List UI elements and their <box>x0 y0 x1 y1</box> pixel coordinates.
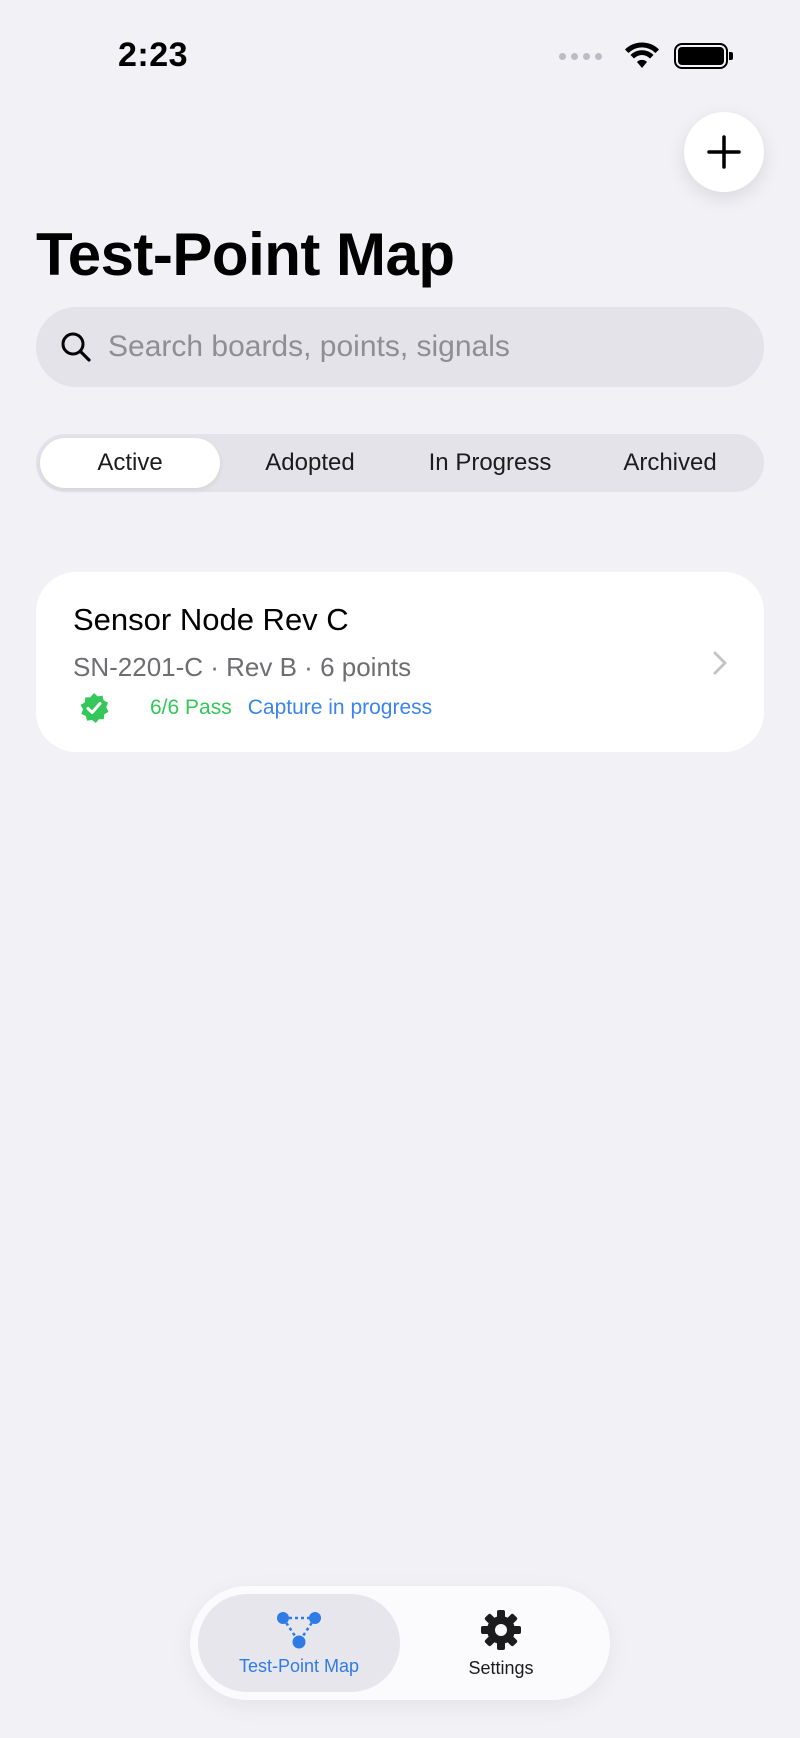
filter-segmented-control: Active Adopted In Progress Archived <box>36 434 764 492</box>
status-icons <box>559 42 733 70</box>
segment-active[interactable]: Active <box>40 438 220 488</box>
tab-test-point-map[interactable]: Test-Point Map <box>198 1594 400 1692</box>
segment-in-progress[interactable]: In Progress <box>400 438 580 488</box>
tab-bar: Test-Point Map Settings <box>190 1586 610 1700</box>
board-name: Sensor Node Rev C <box>73 602 349 637</box>
plus-icon <box>707 135 741 169</box>
capture-status: Capture in progress <box>247 696 433 719</box>
gear-icon <box>481 1609 521 1650</box>
tab-settings[interactable]: Settings <box>400 1594 602 1692</box>
board-status-row: 6/6 Pass Capture in progress <box>78 692 432 724</box>
network-nodes-icon <box>277 1611 321 1648</box>
tab-label-settings: Settings <box>468 1657 534 1678</box>
chevron-right-icon <box>713 651 727 675</box>
page-title: Test-Point Map <box>36 221 455 288</box>
search-bar[interactable] <box>36 307 764 387</box>
add-board-button[interactable] <box>684 112 764 192</box>
pass-status: 6/6 Pass <box>150 696 232 719</box>
battery-icon <box>674 43 733 69</box>
search-icon <box>61 332 91 362</box>
status-time: 2:23 <box>118 36 189 74</box>
board-details: SN-2201-C · Rev B · 6 points <box>73 652 412 682</box>
segment-adopted[interactable]: Adopted <box>220 438 400 488</box>
wifi-icon <box>625 42 659 68</box>
board-card[interactable]: Sensor Node Rev C SN-2201-C · Rev B · 6 … <box>36 572 764 752</box>
cellular-signal-icon <box>559 52 602 60</box>
screen: 2:23 Test-Point Map Active Adopted In Pr… <box>0 0 800 1738</box>
verified-badge-icon <box>80 693 109 723</box>
segment-archived[interactable]: Archived <box>580 438 760 488</box>
search-input[interactable] <box>108 330 708 364</box>
tab-label-test-point-map: Test-Point Map <box>238 1655 360 1676</box>
